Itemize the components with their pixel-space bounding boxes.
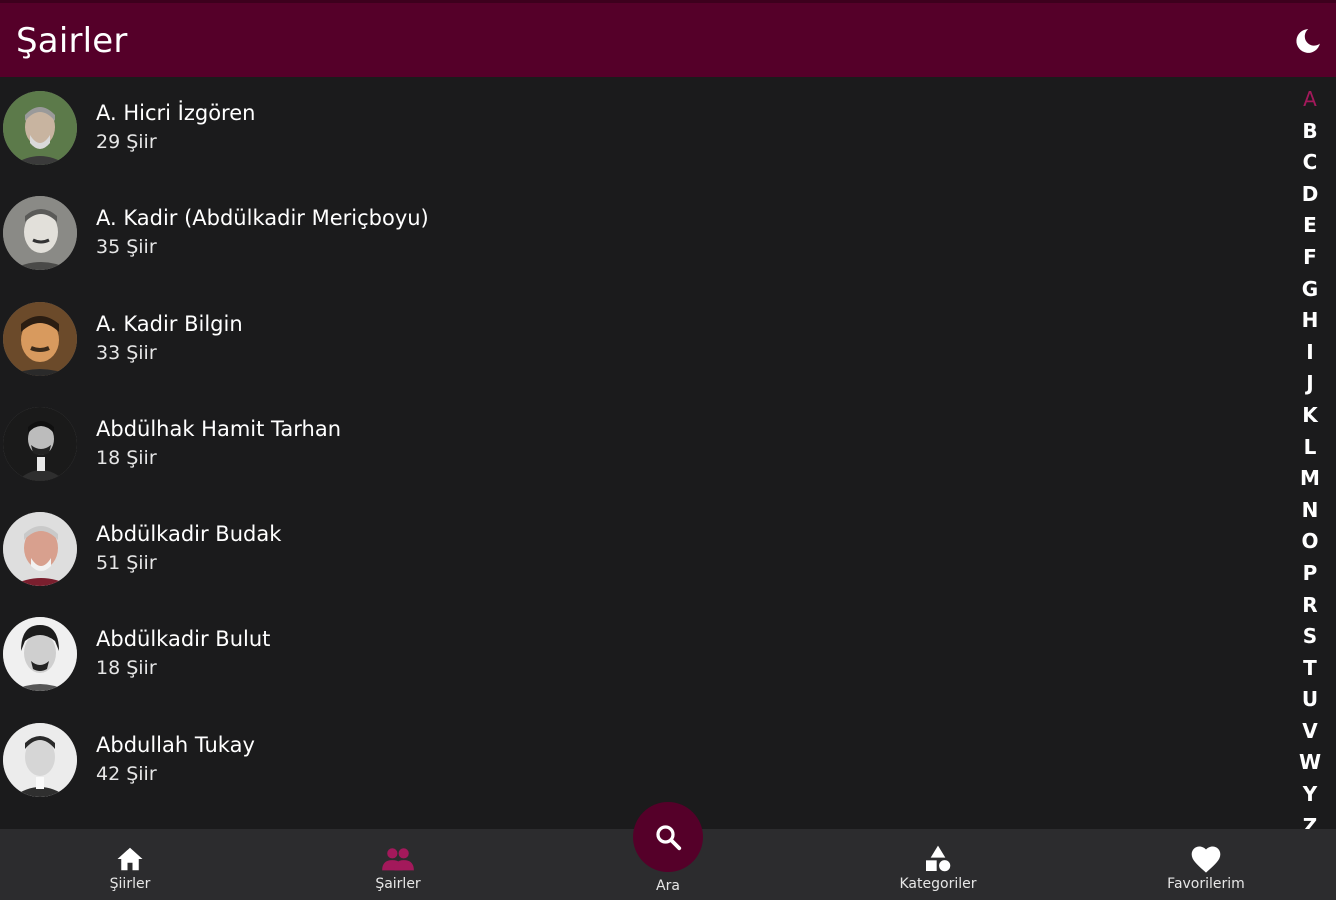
poet-list-item[interactable]: Abdullah Tukay 42 Şiir [0,709,1290,814]
poet-list-item[interactable]: A. Kadir (Abdülkadir Meriçboyu) 35 Şiir [0,182,1290,287]
alphabet-index: ABCDEFGHIJKLMNOPRSTUVWYZ [1298,84,1322,830]
alphabet-letter[interactable]: W [1299,747,1321,779]
poem-count: 42 Şiir [96,762,157,785]
poem-count: 33 Şiir [96,341,157,364]
poet-list-item[interactable]: A. Hicri İzgören 29 Şiir [0,77,1290,182]
poet-name: Abdülkadir Budak [96,522,282,547]
nav-categories-label: Kategoriler [899,876,977,892]
search-label: Ara [656,878,680,894]
alphabet-letter[interactable]: G [1302,274,1318,306]
poet-portrait-icon [3,91,77,165]
poet-name: A. Hicri İzgören [96,101,256,125]
alphabet-letter[interactable]: V [1302,716,1317,748]
poem-count: 29 Şiir [96,131,157,153]
poet-portrait-icon [3,406,77,481]
poet-name: A. Kadir (Abdülkadir Meriçboyu) [96,206,429,231]
alphabet-letter[interactable]: T [1303,653,1317,685]
nav-home-label: Şiirler [109,876,151,892]
alphabet-letter[interactable]: J [1306,368,1313,400]
nav-favorites[interactable]: Favorilerim [1116,829,1296,900]
poet-name: Abdülkadir Bulut [96,627,271,652]
alphabet-letter[interactable]: I [1306,337,1313,369]
poet-portrait-icon [3,301,77,376]
alphabet-letter[interactable]: U [1302,684,1318,716]
alphabet-letter[interactable]: B [1302,116,1317,148]
poem-count: 18 Şiir [96,657,157,680]
alphabet-letter[interactable]: S [1303,621,1317,653]
poem-count: 18 Şiir [96,446,157,469]
alphabet-letter[interactable]: P [1303,558,1318,590]
poet-name: A. Kadir Bilgin [96,311,243,336]
poet-list-item[interactable]: A. Kadir Bilgin 33 Şiir [0,288,1290,393]
alphabet-letter[interactable]: M [1300,463,1320,495]
nav-poets-label: Şairler [375,876,421,892]
theme-toggle-button[interactable] [1292,25,1324,57]
page-title: Şairler [16,21,128,61]
poem-count: 51 Şiir [96,552,157,575]
poem-count: 35 Şiir [96,236,157,259]
poet-avatar [3,91,77,165]
moon-icon [1296,29,1320,53]
alphabet-letter[interactable]: C [1303,147,1318,179]
poet-portrait-icon [3,617,77,692]
shapes-icon [926,845,951,872]
alphabet-letter[interactable]: K [1302,400,1318,432]
poet-list-item[interactable]: Abdülkadir Budak 51 Şiir [0,498,1290,603]
poet-avatar [3,406,77,481]
home-icon [117,847,143,871]
poet-list-item[interactable]: Abdülhak Hamit Tarhan 18 Şiir [0,393,1290,498]
search-button[interactable] [633,802,703,872]
poet-portrait-icon [3,196,77,271]
alphabet-letter[interactable]: N [1302,495,1319,527]
nav-favorites-label: Favorilerim [1167,876,1245,892]
search-icon [656,825,682,851]
nav-categories[interactable]: Kategoriler [848,829,1028,900]
poet-avatar [3,196,77,271]
alphabet-letter[interactable]: L [1304,432,1317,464]
poet-name: Abdülhak Hamit Tarhan [96,416,342,441]
poet-portrait-icon [3,512,77,587]
poet-list: A. Hicri İzgören 29 Şiir A. Kadir (Abdül… [0,77,1290,814]
alphabet-letter[interactable]: E [1303,210,1317,242]
heart-icon [1191,846,1221,873]
poet-avatar [3,722,77,797]
alphabet-letter[interactable]: D [1302,179,1319,211]
people-icon [382,848,414,871]
poet-list-item[interactable]: Abdülkadir Bulut 18 Şiir [0,603,1290,708]
alphabet-letter[interactable]: H [1302,305,1319,337]
poet-avatar [3,301,77,376]
alphabet-letter[interactable]: Z [1303,811,1318,830]
alphabet-letter[interactable]: R [1302,590,1317,622]
nav-poets[interactable]: Şairler [308,829,488,900]
poet-portrait-icon [3,722,77,797]
nav-home[interactable]: Şiirler [40,829,220,900]
alphabet-letter[interactable]: A [1303,84,1317,116]
alphabet-letter[interactable]: Y [1303,779,1317,811]
poet-avatar [3,617,77,692]
alphabet-letter[interactable]: O [1301,526,1318,558]
app-bar: Şairler [0,0,1336,77]
alphabet-letter[interactable]: F [1303,242,1317,274]
poet-avatar [3,512,77,587]
poet-name: Abdullah Tukay [96,732,255,757]
